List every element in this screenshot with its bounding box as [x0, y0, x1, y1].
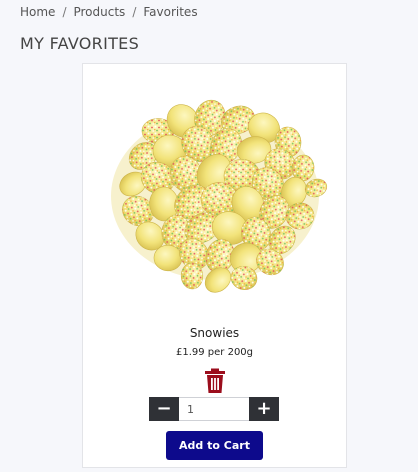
- trash-icon[interactable]: [203, 368, 227, 394]
- breadcrumb-current: Favorites: [143, 5, 198, 19]
- breadcrumb-home[interactable]: Home: [20, 5, 55, 19]
- decrement-button[interactable]: −: [149, 397, 179, 421]
- increment-button[interactable]: +: [249, 397, 279, 421]
- page-title: MY FAVORITES: [20, 34, 140, 53]
- product-image[interactable]: [98, 76, 333, 311]
- product-card: Snowies £1.99 per 200g − + Add to Cart: [82, 63, 347, 468]
- breadcrumb-separator: /: [62, 5, 67, 19]
- add-to-cart-button[interactable]: Add to Cart: [166, 431, 263, 460]
- breadcrumb-separator: /: [132, 5, 137, 19]
- quantity-stepper: − +: [149, 397, 279, 421]
- favorites-page: Home / Products / Favorites MY FAVORITES: [0, 0, 418, 472]
- breadcrumb: Home / Products / Favorites: [20, 5, 198, 19]
- quantity-input[interactable]: [179, 397, 249, 421]
- product-name: Snowies: [189, 326, 240, 340]
- breadcrumb-products[interactable]: Products: [73, 5, 125, 19]
- product-price: £1.99 per 200g: [175, 347, 254, 358]
